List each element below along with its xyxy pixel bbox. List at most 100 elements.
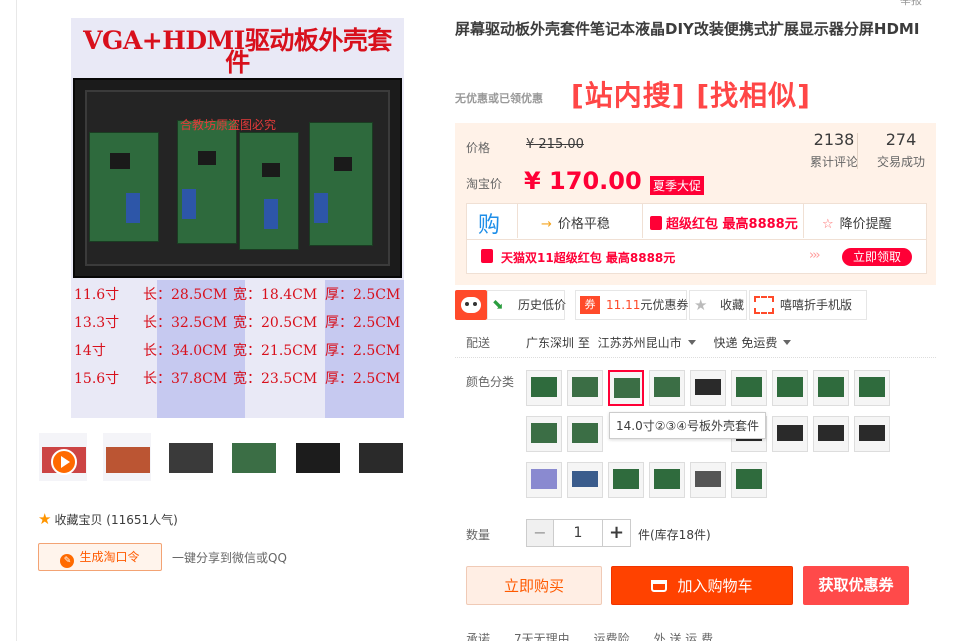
watermark-text: 合教坊原盗图必究 — [180, 118, 277, 132]
star-icon: ★ — [694, 296, 708, 314]
no-discount-text: 无优惠或已领优惠 — [455, 92, 543, 105]
thumbnail-video[interactable] — [38, 432, 88, 482]
left-border-line — [16, 0, 17, 641]
share-icon: ✎ — [60, 554, 75, 568]
price-label: 价格 — [466, 141, 491, 155]
destination-select[interactable]: 江苏苏州昆山市 — [598, 336, 696, 350]
claim-now-button[interactable]: 立即领取 — [842, 248, 912, 266]
color-swatch[interactable] — [690, 462, 726, 498]
color-swatch[interactable] — [526, 416, 562, 452]
color-swatch[interactable] — [854, 416, 890, 452]
chart-down-icon: ⬊ — [492, 297, 504, 313]
promo-row-divider — [467, 239, 926, 240]
red-envelope-icon — [650, 216, 662, 230]
reviews-count[interactable]: 2138 — [804, 130, 864, 149]
get-coupon-button[interactable]: 获取优惠券 — [803, 566, 909, 605]
swatch-tooltip: 14.0寸②③④号板外壳套件 — [609, 412, 766, 439]
thumbnail[interactable] — [355, 432, 405, 482]
taobao-price-label: 淘宝价 — [466, 177, 503, 191]
history-low-price[interactable]: ⬊ 历史低价 — [487, 290, 566, 320]
decrease-button[interactable]: − — [527, 520, 554, 546]
current-price: ¥ 170.00 — [524, 167, 642, 195]
report-link[interactable]: 举报 — [900, 0, 922, 8]
chevron-down-icon — [783, 340, 792, 345]
color-swatch[interactable] — [567, 462, 603, 498]
pcb-board-1 — [89, 132, 159, 242]
qrcode-icon — [754, 296, 774, 314]
price-alert-item[interactable]: ☆ 降价提醒 — [822, 213, 892, 232]
super-redbag-item[interactable]: 超级红包 最高8888元 — [650, 213, 798, 232]
color-swatch[interactable] — [813, 416, 849, 452]
quantity-label: 数量 — [466, 528, 491, 542]
promo-divider — [803, 204, 804, 238]
color-swatch[interactable] — [649, 462, 685, 498]
thumbnail[interactable] — [228, 432, 278, 482]
mobile-version-tool[interactable]: 嘻嘻折手机版 — [749, 290, 867, 320]
color-swatch[interactable] — [526, 462, 562, 498]
buy-now-button[interactable]: 立即购买 — [466, 566, 602, 605]
promo-divider — [642, 204, 643, 238]
collect-tool[interactable]: ★ 收藏 — [689, 290, 747, 320]
gou-icon: 购 — [478, 213, 501, 238]
promo-badge: 夏季大促 — [650, 176, 705, 195]
chevron-down-icon — [687, 340, 696, 345]
section-divider — [455, 357, 936, 358]
color-swatch[interactable] — [854, 370, 890, 406]
price-flat-item[interactable]: → 价格平稳 — [541, 213, 610, 232]
quantity-input[interactable]: 1 — [554, 520, 602, 546]
arrow-right-icon: → — [541, 217, 552, 232]
generate-taokouling-button[interactable]: ✎ 生成淘口令 — [38, 543, 162, 571]
color-swatch[interactable] — [690, 370, 726, 406]
pcb-board-3 — [239, 132, 299, 250]
pcb-board-4 — [309, 122, 373, 246]
shipping-label: 配送 — [466, 336, 491, 350]
share-link[interactable]: 一键分享到微信或QQ — [172, 549, 287, 566]
coupon-icon: 券 — [580, 296, 600, 314]
search-similar-links[interactable]: [站内搜] [找相似] — [571, 74, 811, 114]
color-swatch[interactable] — [731, 370, 767, 406]
thumbnail[interactable] — [165, 432, 215, 482]
chevrons-icon: ››› — [809, 248, 821, 263]
pcb-board-2 — [177, 120, 237, 244]
color-swatch[interactable] — [649, 370, 685, 406]
color-swatch[interactable] — [567, 416, 603, 452]
add-to-cart-button[interactable]: 加入购物车 — [611, 566, 793, 605]
image-title: VGA+HDMI驱动板外壳套件 — [83, 26, 392, 77]
spec-row: 13.3寸 长：32.5CM 宽：20.5CM 厚：2.5CM — [74, 315, 401, 331]
color-swatch[interactable] — [608, 462, 644, 498]
stat-divider — [857, 133, 858, 169]
favorite-item[interactable]: ★ 收藏宝贝 (11651人气) — [38, 510, 178, 528]
coupon-tool[interactable]: 券 11.11元优惠券 — [575, 290, 688, 320]
quantity-stepper: − 1 + — [526, 519, 631, 547]
color-swatch[interactable] — [813, 370, 849, 406]
increase-button[interactable]: + — [602, 520, 630, 546]
color-swatch[interactable] — [526, 370, 562, 406]
thumbnail[interactable] — [292, 432, 342, 482]
trades-label: 交易成功 — [876, 155, 925, 169]
trades-count: 274 — [885, 130, 917, 149]
color-swatch[interactable] — [772, 370, 808, 406]
color-swatch-selected[interactable] — [608, 370, 644, 406]
play-icon[interactable] — [51, 449, 77, 475]
original-price: ¥ 215.00 — [526, 137, 584, 152]
shipping-info: 广东深圳 至 江苏苏州昆山市 快递 免运费 — [526, 334, 792, 351]
product-title: 屏幕驱动板外壳套件笔记本液晶DIY改装便携式扩展显示器分屏HDMI — [455, 20, 920, 38]
reviews-label: 累计评论 — [809, 155, 858, 169]
spec-row: 11.6寸 长：28.5CM 宽：18.4CM 厚：2.5CM — [74, 287, 401, 303]
tmall-redbag-text[interactable]: 天猫双11超级红包 最高8888元 — [501, 249, 675, 266]
color-swatch[interactable] — [772, 416, 808, 452]
star-outline-icon: ☆ — [822, 217, 834, 232]
color-swatch[interactable] — [567, 370, 603, 406]
star-icon: ★ — [38, 510, 52, 528]
service-promise-row: 承诺 7天无理由 运费险 外 送 运 费 — [466, 632, 714, 641]
board-photo: 合教坊原盗图必究 — [73, 78, 402, 278]
promo-divider — [517, 204, 518, 238]
cart-icon — [651, 580, 668, 592]
color-label: 颜色分类 — [466, 375, 515, 389]
thumbnail[interactable] — [102, 432, 152, 482]
spec-table: 11.6寸 长：28.5CM 宽：18.4CM 厚：2.5CM 13.3寸 长：… — [71, 280, 404, 418]
spec-row: 14寸 长：34.0CM 宽：21.5CM 厚：2.5CM — [74, 343, 401, 359]
main-product-image[interactable]: VGA+HDMI驱动板外壳套件 合教坊原盗图必究 11.6寸 长：28.5CM … — [71, 18, 404, 418]
shipping-method-select[interactable]: 快递 免运费 — [714, 336, 792, 350]
color-swatch[interactable] — [731, 462, 767, 498]
